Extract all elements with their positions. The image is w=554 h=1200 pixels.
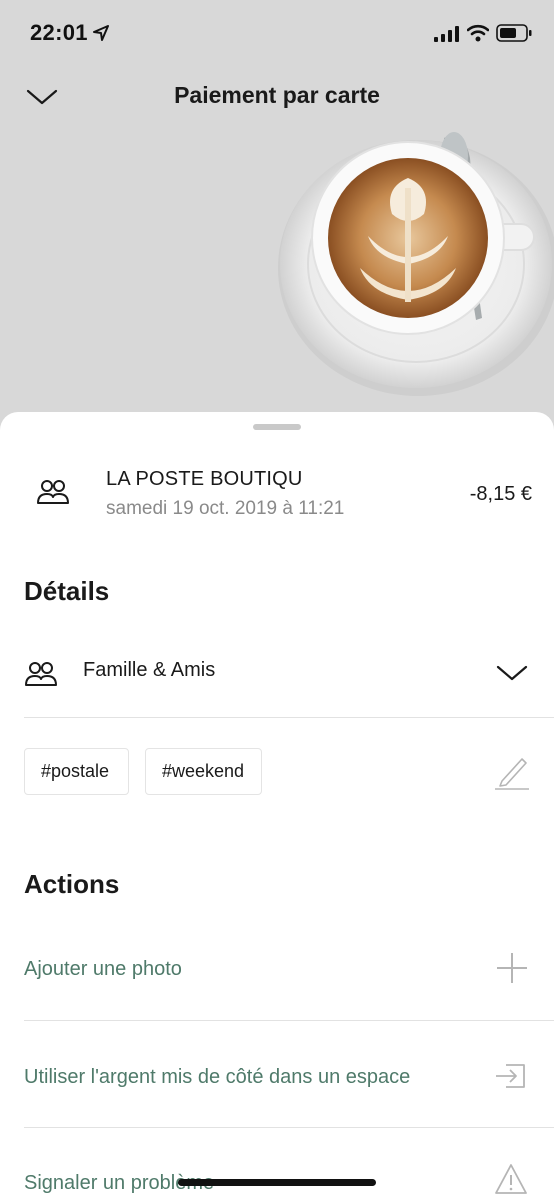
category-selector[interactable]: Famille & Amis <box>0 634 554 718</box>
hero-header: 22:01 Paiement par carte <box>0 0 554 430</box>
divider <box>24 1020 554 1021</box>
details-heading: Détails <box>24 576 110 606</box>
add-photo-action[interactable]: Ajouter une photo <box>0 918 554 1018</box>
sheet-grabber[interactable] <box>253 424 301 430</box>
status-bar: 22:01 <box>0 0 554 66</box>
report-problem-action[interactable]: Signaler un problème <box>0 1134 554 1200</box>
chevron-down-icon <box>496 665 528 681</box>
plus-icon <box>497 953 527 983</box>
status-time: 22:01 <box>30 20 88 45</box>
divider <box>24 717 554 718</box>
battery-icon <box>496 24 532 42</box>
coffee-cup-image <box>278 132 554 396</box>
actions-heading: Actions <box>24 869 120 899</box>
people-icon <box>25 662 57 686</box>
transfer-icon <box>496 1064 525 1088</box>
transaction-date: samedi 19 oct. 2019 à 11:21 <box>106 498 345 519</box>
home-indicator[interactable] <box>178 1179 376 1186</box>
wifi-icon <box>467 24 489 42</box>
transaction-amount: -8,15 € <box>469 483 532 505</box>
action-label: Utiliser l'argent mis de côté dans un es… <box>24 1066 411 1088</box>
people-icon <box>37 480 69 504</box>
transaction-sheet: LA POSTE BOUTIQU samedi 19 oct. 2019 à 1… <box>0 412 554 1200</box>
warning-icon <box>495 1164 527 1194</box>
use-savings-action[interactable]: Utiliser l'argent mis de côté dans un es… <box>0 1026 554 1126</box>
page-title: Paiement par carte <box>174 82 380 108</box>
tag-chip[interactable]: #postale <box>24 748 129 795</box>
location-arrow-icon <box>93 25 109 41</box>
edit-pencil-icon[interactable] <box>494 753 530 791</box>
merchant-name: LA POSTE BOUTIQU <box>106 468 303 490</box>
tag-chip[interactable]: #weekend <box>145 748 262 795</box>
category-label: Famille & Amis <box>83 659 216 681</box>
action-label: Ajouter une photo <box>24 958 182 980</box>
divider <box>24 1127 554 1128</box>
cellular-signal-icon <box>434 26 459 42</box>
